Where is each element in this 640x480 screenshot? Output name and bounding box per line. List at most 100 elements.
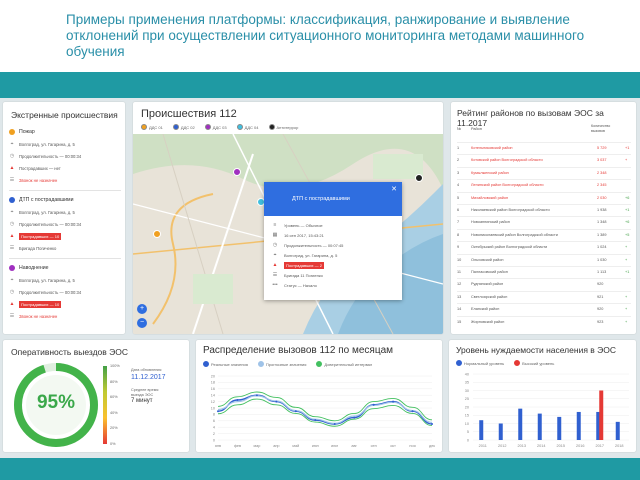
legend-marker-icon bbox=[456, 360, 462, 366]
clock-icon: ◷ bbox=[9, 153, 15, 159]
rating-num: 5 bbox=[457, 195, 460, 200]
rating-row[interactable]: 11 Палласовский район 1 113 +1 bbox=[457, 266, 631, 277]
call-count: 2 348 bbox=[597, 170, 607, 175]
x-tick-label: май bbox=[292, 444, 299, 448]
x-tick-label: фев bbox=[234, 444, 241, 448]
rating-row[interactable]: 13 Светлоярский район 921 + bbox=[457, 290, 631, 302]
y-tick-label: 20 bbox=[465, 405, 469, 409]
rank-delta: + bbox=[625, 307, 628, 312]
teal-band bbox=[0, 72, 640, 98]
district-name: Руднянский район bbox=[471, 282, 504, 287]
data-point bbox=[294, 410, 297, 413]
scale-tick-label: 100% bbox=[110, 364, 120, 368]
rating-row[interactable]: 7 Новоаннинский район 1 348 +6 bbox=[457, 216, 631, 227]
map-marker-orange[interactable] bbox=[153, 230, 161, 238]
call-count: 920 bbox=[597, 307, 604, 312]
y-tick-label: 5 bbox=[467, 430, 469, 434]
rank-delta: + bbox=[625, 294, 628, 299]
close-icon[interactable]: ✕ bbox=[391, 185, 397, 193]
rating-row[interactable]: 3 Кумылженский район 2 348 bbox=[457, 166, 631, 178]
warning-icon: ▲ bbox=[272, 262, 278, 268]
call-count: 5 729 bbox=[597, 146, 607, 150]
level-scale bbox=[103, 366, 107, 444]
legend-item[interactable]: ДДС 02 bbox=[172, 124, 195, 130]
popup-row: ▦ 16 сен 2017, 15:43:21 bbox=[272, 230, 402, 240]
divider bbox=[9, 190, 121, 191]
legend-marker-icon bbox=[204, 124, 211, 130]
team-icon: ☰ bbox=[9, 245, 15, 251]
rating-row[interactable]: 1 Котельниковский район 5 729 +1 bbox=[457, 142, 631, 153]
y-tick-label: 20 bbox=[211, 374, 215, 378]
y-tick-label: 35 bbox=[465, 381, 469, 385]
bar bbox=[576, 411, 581, 440]
incident-detail: Продолжительность — 00:00:34 bbox=[19, 289, 82, 295]
map-marker-purple[interactable] bbox=[233, 168, 241, 176]
rating-row[interactable]: 2 Котовский район Волгоградской области 3 … bbox=[457, 154, 631, 165]
data-point bbox=[314, 419, 317, 422]
rating-num: 14 bbox=[457, 307, 462, 312]
zoom-in-button[interactable]: + bbox=[137, 304, 147, 314]
rating-num: 1 bbox=[457, 146, 460, 150]
rank-delta: +1 bbox=[625, 208, 630, 212]
map-marker-black[interactable] bbox=[415, 174, 423, 182]
bar bbox=[479, 420, 484, 440]
call-count: 1 348 bbox=[597, 220, 607, 225]
popup-body: ≡ Уровень — Обычное ▦ 16 сен 2017, 15:43:21… bbox=[264, 216, 402, 290]
rating-row[interactable]: 12 Руднянский район 920 bbox=[457, 278, 631, 289]
popup-row: ▲ Пострадавших — 2 bbox=[272, 260, 402, 270]
zoom-out-button[interactable]: − bbox=[137, 318, 147, 328]
bar bbox=[518, 408, 523, 440]
incident-item[interactable]: Пожар ⌖ Волгоград, ул. Гагарина, д. 5 ◷ Прод… bbox=[9, 126, 121, 186]
legend-item[interactable]: ДДС 03 bbox=[204, 124, 227, 130]
legend-item[interactable]: Высокий уровень bbox=[514, 360, 554, 366]
legend-item[interactable]: ДДС 01 bbox=[141, 124, 163, 130]
rating-row[interactable]: 10 Ольховский район 1 030 + bbox=[457, 253, 631, 265]
x-tick-label: янв bbox=[215, 444, 221, 448]
location-icon: ⌖ bbox=[10, 277, 14, 283]
call-count: 1 024 bbox=[597, 245, 607, 250]
call-count: 1 389 bbox=[597, 232, 607, 237]
legend-label: Высокий уровень bbox=[522, 360, 555, 366]
popup-title: ДТП с пострадавшими bbox=[292, 196, 350, 202]
bar bbox=[537, 413, 542, 440]
legend-item[interactable]: Реальные значения bbox=[203, 361, 248, 367]
incident-detail-row: ▲ Пострадавших — 10 bbox=[9, 298, 121, 310]
legend-item[interactable]: ДДС 04 bbox=[236, 124, 259, 130]
data-point bbox=[275, 400, 278, 403]
y-tick-label: 10 bbox=[211, 406, 215, 410]
incident-name: Пожар bbox=[19, 129, 35, 135]
rating-row[interactable]: 15 Жирновский район 923 + bbox=[457, 315, 631, 327]
incident-item[interactable]: ДТП с пострадавшими ⌖ Волгоград, ул. Гагар… bbox=[9, 194, 121, 254]
rating-row[interactable]: 14 Еланский район 920 + bbox=[457, 303, 631, 314]
call-count: 921 bbox=[597, 294, 604, 299]
rank-delta: +6 bbox=[625, 195, 630, 200]
legend-item[interactable]: Антитеррор bbox=[268, 124, 298, 130]
legend-item[interactable]: Прогнозные значения bbox=[257, 361, 306, 367]
map-title: Происшествия 112 bbox=[141, 108, 237, 120]
x-tick-label: июл bbox=[331, 444, 338, 448]
legend-marker-icon bbox=[141, 124, 147, 130]
rating-row[interactable]: 8 Новониколаевский район Волгоградской об… bbox=[457, 228, 631, 240]
scale-tick-label: 60% bbox=[110, 395, 118, 400]
x-tick-label: апр bbox=[273, 444, 279, 448]
rating-row[interactable]: 9 Октябрьский район Волгоградской области… bbox=[457, 241, 631, 252]
legend-item[interactable]: Нормальный уровень bbox=[456, 360, 504, 366]
call-count: 923 bbox=[597, 319, 604, 324]
incident-type-icon bbox=[9, 265, 15, 271]
legend-item[interactable]: Доверительный интервал bbox=[316, 361, 372, 367]
rating-num: 3 bbox=[457, 170, 460, 175]
district-name: Котельниковский район bbox=[471, 146, 513, 150]
popup-row-text: Статус — Начало bbox=[284, 282, 317, 288]
y-tick-label: 40 bbox=[465, 372, 469, 376]
rating-row[interactable]: 5 Михайловский район 2 030 +6 bbox=[457, 191, 631, 203]
rating-row[interactable]: 4 Ленинский район Волгоградской области 2 … bbox=[457, 179, 631, 190]
rating-num: 6 bbox=[457, 208, 460, 212]
incident-item[interactable]: Наводнение ⌖ Волгоград, ул. Гагарина, д. 5… bbox=[9, 262, 121, 322]
rating-row[interactable]: 6 Николаевский район Волгоградской област… bbox=[457, 204, 631, 215]
data-point bbox=[411, 410, 414, 413]
incident-header: Пожар bbox=[9, 126, 121, 138]
data-point bbox=[255, 394, 258, 397]
legend-label: Нормальный уровень bbox=[464, 360, 505, 366]
legend-marker-icon bbox=[203, 361, 209, 367]
incident-detail: Волгоград, ул. Гагарина, д. 5 bbox=[19, 277, 75, 283]
